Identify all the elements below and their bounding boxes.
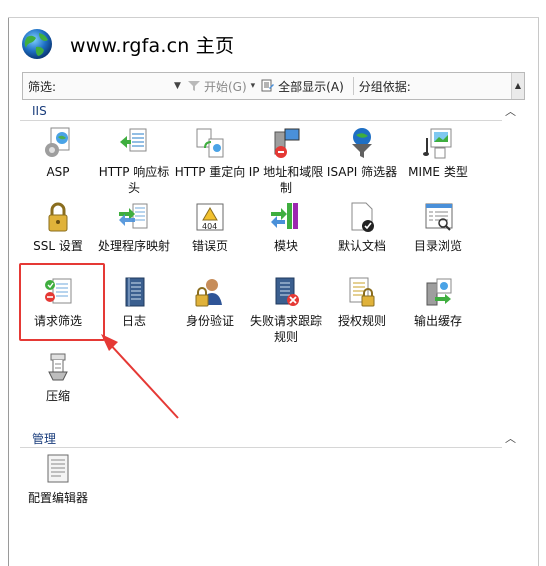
annotation-arrow-icon — [101, 334, 179, 419]
